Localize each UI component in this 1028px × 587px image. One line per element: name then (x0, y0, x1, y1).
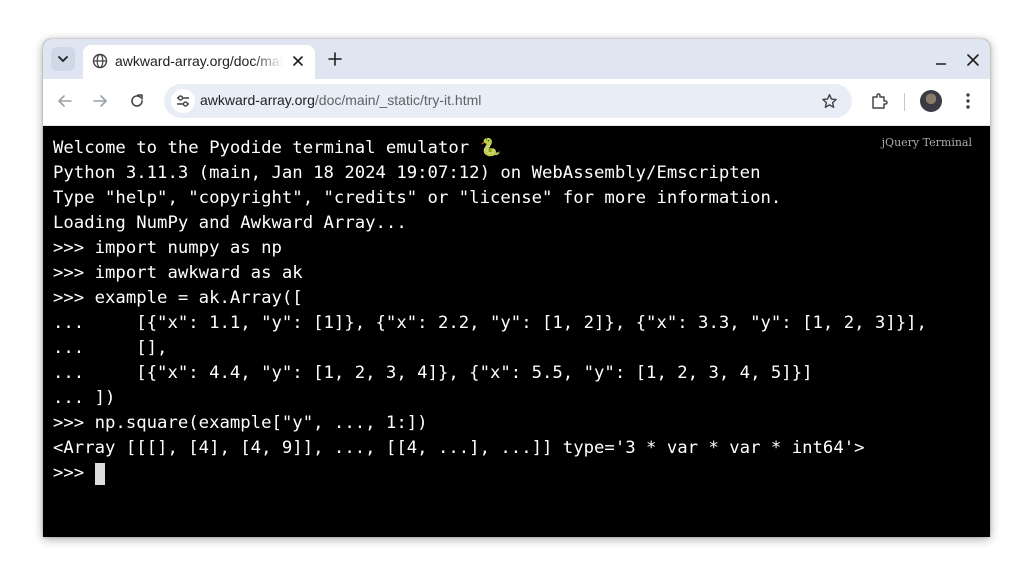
globe-icon (92, 53, 108, 69)
close-icon (967, 54, 979, 66)
terminal-line: Welcome to the Pyodide terminal emulator… (53, 138, 502, 158)
terminal-line: ... ]) (53, 388, 116, 408)
minimize-icon (936, 63, 946, 65)
toolbar: awkward-array.org/doc/main/_static/try-i… (43, 79, 990, 126)
more-vertical-icon (966, 93, 970, 109)
tab-close-button[interactable] (289, 52, 307, 70)
terminal-line: Loading NumPy and Awkward Array... (53, 213, 407, 233)
plus-icon (328, 52, 342, 66)
star-icon (821, 93, 837, 108)
tab-title: awkward-array.org/doc/main/_static/try-i… (115, 53, 283, 69)
url-text: awkward-array.org/doc/main/_static/try-i… (200, 92, 481, 108)
reload-button[interactable] (127, 91, 147, 111)
terminal-line: ... [{"x": 4.4, "y": [1, 2, 3, 4]}, {"x"… (53, 363, 813, 383)
address-bar[interactable]: awkward-array.org/doc/main/_static/try-i… (164, 84, 852, 118)
terminal-line: >>> np.square(example["y", ..., 1:]) (53, 413, 428, 433)
extensions-button[interactable] (869, 91, 889, 111)
terminal-line: ... [{"x": 1.1, "y": [1]}, {"x": 2.2, "y… (53, 313, 927, 333)
terminal-prompt: >>> (53, 463, 95, 483)
toolbar-separator (904, 93, 905, 111)
puzzle-icon (872, 93, 888, 109)
terminal-line: >>> import numpy as np (53, 238, 282, 258)
forward-button[interactable] (90, 91, 110, 111)
terminal-line: <Array [[[], [4], [4, 9]], ..., [[4, ...… (53, 438, 865, 458)
terminal[interactable]: jQuery Terminal Welcome to the Pyodide t… (43, 126, 990, 537)
terminal-line: Python 3.11.3 (main, Jan 18 2024 19:07:1… (53, 163, 761, 183)
arrow-left-icon (58, 95, 72, 107)
terminal-line: >>> example = ak.Array([ (53, 288, 303, 308)
site-info-button[interactable] (171, 89, 195, 113)
terminal-output: Welcome to the Pyodide terminal emulator… (53, 136, 927, 486)
bookmark-button[interactable] (819, 91, 839, 111)
terminal-line: >>> import awkward as ak (53, 263, 303, 283)
tab-search-button[interactable] (51, 47, 75, 71)
tab-strip: awkward-array.org/doc/main/_static/try-i… (43, 39, 990, 79)
terminal-cursor (94, 462, 105, 485)
terminal-input-row[interactable]: >>> (53, 461, 927, 486)
tune-icon (177, 95, 189, 107)
back-button[interactable] (55, 91, 75, 111)
url-path: /doc/main/_static/try-it.html (314, 92, 482, 108)
chevron-down-icon (58, 56, 68, 62)
browser-menu-button[interactable] (958, 91, 978, 111)
url-domain: awkward-array.org (200, 92, 315, 108)
minimize-button[interactable] (932, 51, 950, 69)
browser-window: awkward-array.org/doc/main/_static/try-i… (43, 39, 990, 537)
new-tab-button[interactable] (324, 48, 346, 70)
terminal-line: ... [], (53, 338, 168, 358)
arrow-right-icon (93, 95, 107, 107)
close-icon (293, 56, 303, 66)
window-close-button[interactable] (964, 51, 982, 69)
profile-avatar[interactable] (920, 90, 942, 112)
tab-active[interactable]: awkward-array.org/doc/main/_static/try-i… (83, 45, 315, 79)
terminal-line: Type "help", "copyright", "credits" or "… (53, 188, 782, 208)
reload-icon (131, 94, 143, 107)
